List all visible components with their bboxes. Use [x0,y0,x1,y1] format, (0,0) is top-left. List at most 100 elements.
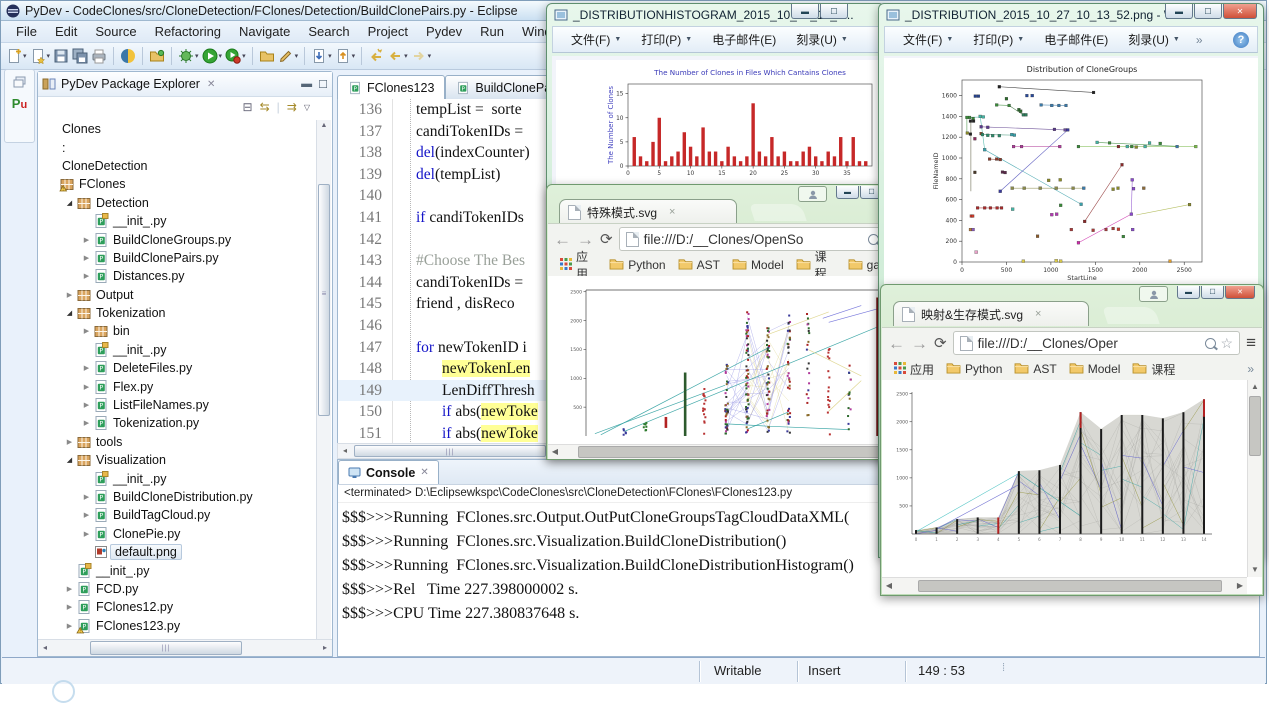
menu-文件(F)[interactable]: 文件(F)▼ [563,29,629,50]
hscroll-thumb[interactable] [90,641,242,655]
bookmark-folder-AST[interactable]: AST [1010,361,1060,378]
collapse-all-icon[interactable]: ⊟ [243,100,253,114]
import-button[interactable]: ▾ [310,45,333,67]
hscroll-thumb[interactable] [918,580,1222,592]
close-console-icon[interactable]: ✕ [420,467,428,478]
tab-special-mode-svg[interactable]: 特殊模式.svg × [559,199,737,224]
new-file-button[interactable]: ▾ [5,45,28,67]
tree-item-default-png[interactable]: default.png [40,543,316,561]
collapsed-arrow-icon[interactable]: ▶ [63,585,76,593]
run-button[interactable]: ▾ [201,45,224,67]
scroll-left-icon[interactable]: ◀ [548,445,562,459]
python-button[interactable] [119,45,137,67]
debug-button[interactable]: ▾ [177,45,200,67]
menu-pydev[interactable]: Pydev [417,22,471,41]
save-all-button[interactable] [71,45,89,67]
forward-icon[interactable]: → [577,231,594,248]
new-tab-button[interactable] [749,204,807,221]
bookmark-folder-Model[interactable]: Model [1065,361,1125,378]
tree-item-output[interactable]: ▶Output [40,286,316,304]
vscroll-thumb[interactable] [318,184,330,416]
forward-button[interactable]: ▾ [410,45,433,67]
tree-item-buildclonegroups-py[interactable]: ▶PBuildCloneGroups.py [40,230,316,248]
scroll-left-icon[interactable]: ◂ [38,640,52,656]
menu-run[interactable]: Run [471,22,513,41]
tree-item--init-py[interactable]: P__init_.py [40,341,316,359]
scroll-right-icon[interactable]: ▸ [318,640,332,656]
bookmark-folder-AST[interactable]: AST [674,257,724,274]
tree-item-fcd-py[interactable]: ▶PFCD.py [40,580,316,598]
bookmark-folder-Python[interactable]: Python [942,361,1006,378]
menu-search[interactable]: Search [299,22,358,41]
minimize-button[interactable]: ▬ [1165,4,1193,19]
collapsed-arrow-icon[interactable]: ▶ [80,419,93,427]
back-icon[interactable]: ← [888,335,905,352]
tab-console[interactable]: Console ✕ [338,460,439,484]
export-button[interactable]: ▾ [334,45,357,67]
open-config-button[interactable] [148,45,166,67]
tab-mapping-survival-svg[interactable]: 映射&生存模式.svg × [893,301,1089,326]
view-menu-icon[interactable]: ▽ [304,103,310,112]
pencil-button[interactable]: ▾ [277,45,300,67]
reload-icon[interactable]: ⟳ [934,336,947,351]
view-close-icon[interactable]: ✕ [207,79,215,90]
expanded-arrow-icon[interactable]: ◢ [63,456,76,464]
link-with-editor-icon[interactable]: ⇆ [260,100,270,114]
back-button[interactable]: ▾ [386,45,409,67]
tree-item-clonedetection[interactable]: CloneDetection [40,157,316,175]
tree-item-flex-py[interactable]: ▶PFlex.py [40,377,316,395]
menu-source[interactable]: Source [86,22,145,41]
scroll-left-icon[interactable]: ◀ [882,579,896,593]
expanded-arrow-icon[interactable]: ◢ [63,199,76,207]
tree-item-fclones123-py[interactable]: ▶P!FClones123.py [40,617,316,635]
minimize-button[interactable]: ▬ [791,4,819,19]
profile-icon[interactable] [798,186,827,202]
menu-文件(F)[interactable]: 文件(F)▼ [895,29,961,50]
bookmarks-overflow-chevron[interactable]: » [1247,362,1254,376]
collapsed-arrow-icon[interactable]: ▶ [80,511,93,519]
maximize-button[interactable]: ☐ [1194,4,1222,19]
bookmark-folder-Model[interactable]: Model [728,257,788,274]
hscroll-thumb[interactable] [578,446,890,458]
tree-item-clones[interactable]: Clones [40,120,316,138]
tree-item-tokenization-py[interactable]: ▶PTokenization.py [40,414,316,432]
scroll-up-icon[interactable]: ▲ [317,120,331,132]
menu-打印(P)[interactable]: 打印(P)▼ [633,29,700,50]
tree-item--init-py[interactable]: P__init_.py [40,469,316,487]
save-button[interactable] [52,45,70,67]
folder-open-button[interactable] [258,45,276,67]
tree-item-fclones[interactable]: !FClones [40,175,316,193]
tree-item--init-py[interactable]: P__init_.py [40,561,316,579]
tree-item-tokenization[interactable]: ◢Tokenization [40,304,316,322]
chrome-1-hscrollbar[interactable]: ◀ [548,444,892,459]
search-icon[interactable] [1205,338,1216,349]
bookmark-star-icon[interactable]: ☆ [1221,335,1234,352]
bookmark-folder-课程[interactable]: 课程 [1128,360,1179,379]
focus-on-task-icon[interactable]: ⇉ [287,100,297,114]
menu-刻录(U)[interactable]: 刻录(U)▼ [788,29,856,50]
close-button[interactable]: ✕ [1223,4,1257,19]
back-icon[interactable]: ← [554,231,571,248]
bookmark-folder-Python[interactable]: Python [605,257,669,274]
close-tab-icon[interactable]: × [669,206,675,218]
maximize-button[interactable]: ☐ [820,4,848,19]
menu-电子邮件(E)[interactable]: 电子邮件(E) [704,29,784,50]
collapsed-arrow-icon[interactable]: ▶ [80,272,93,280]
tree-item-buildtagcloud-py[interactable]: ▶PBuildTagCloud.py [40,506,316,524]
help-icon[interactable]: ? [1233,32,1249,48]
expanded-arrow-icon[interactable]: ◢ [63,309,76,317]
vscroll-thumb[interactable] [1249,396,1261,456]
menu-icon[interactable]: ≡ [1246,333,1256,353]
editor-hscroll-thumb[interactable] [354,445,546,457]
apps-shortcut[interactable]: 应用 [890,360,938,379]
collapsed-arrow-icon[interactable]: ▶ [63,438,76,446]
collapsed-arrow-icon[interactable]: ▶ [80,364,93,372]
print-button[interactable] [90,45,108,67]
scroll-down-icon[interactable]: ▼ [1248,563,1262,577]
url-text[interactable]: file:///D:/__Clones/OpenSo [644,232,863,247]
collapsed-arrow-icon[interactable]: ▶ [80,236,93,244]
menu-navigate[interactable]: Navigate [230,22,299,41]
maximize-button[interactable]: ☐ [1201,286,1224,299]
minimize-button[interactable]: ▬ [1177,286,1200,299]
collapsed-arrow-icon[interactable]: ▶ [80,254,93,262]
